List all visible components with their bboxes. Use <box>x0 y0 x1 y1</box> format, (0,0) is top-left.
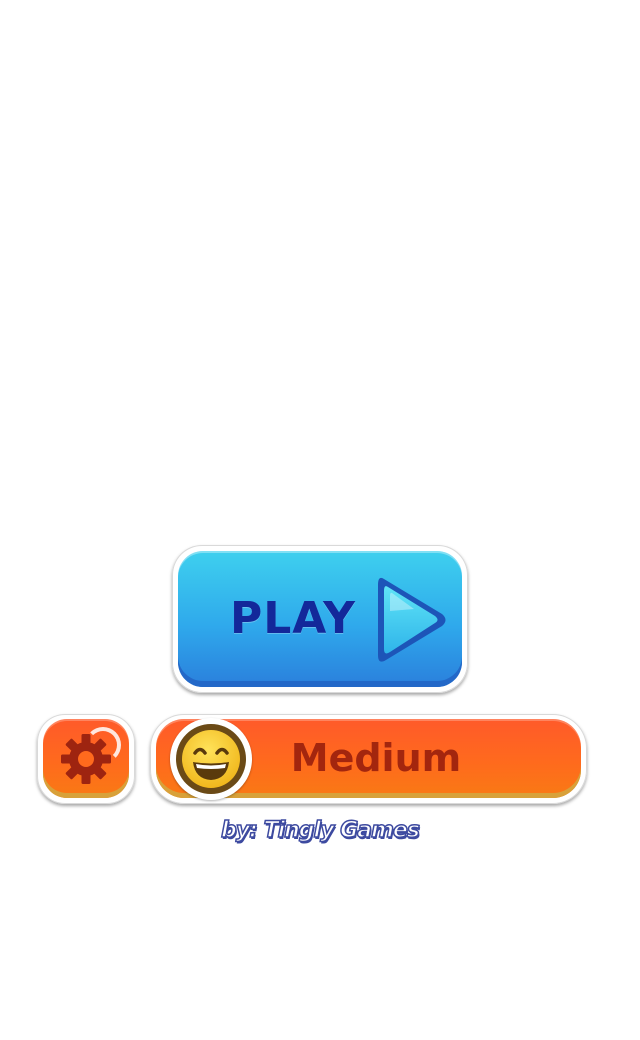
difficulty-badge-inner <box>176 724 246 794</box>
main-menu-screen: PLAY Medium by: Tingly Games <box>0 0 640 1040</box>
play-button[interactable]: PLAY <box>172 545 468 693</box>
play-button-face[interactable]: PLAY <box>178 551 462 687</box>
difficulty-label: Medium <box>290 736 462 780</box>
settings-button-face[interactable] <box>43 719 129 798</box>
gear-icon <box>61 734 111 784</box>
smiley-face-icon <box>182 730 240 788</box>
difficulty-button[interactable]: Medium <box>150 714 587 804</box>
difficulty-badge <box>170 718 252 800</box>
play-triangle-icon <box>378 577 446 662</box>
developer-credit[interactable]: by: Tingly Games <box>0 817 640 844</box>
settings-button[interactable] <box>37 714 135 804</box>
